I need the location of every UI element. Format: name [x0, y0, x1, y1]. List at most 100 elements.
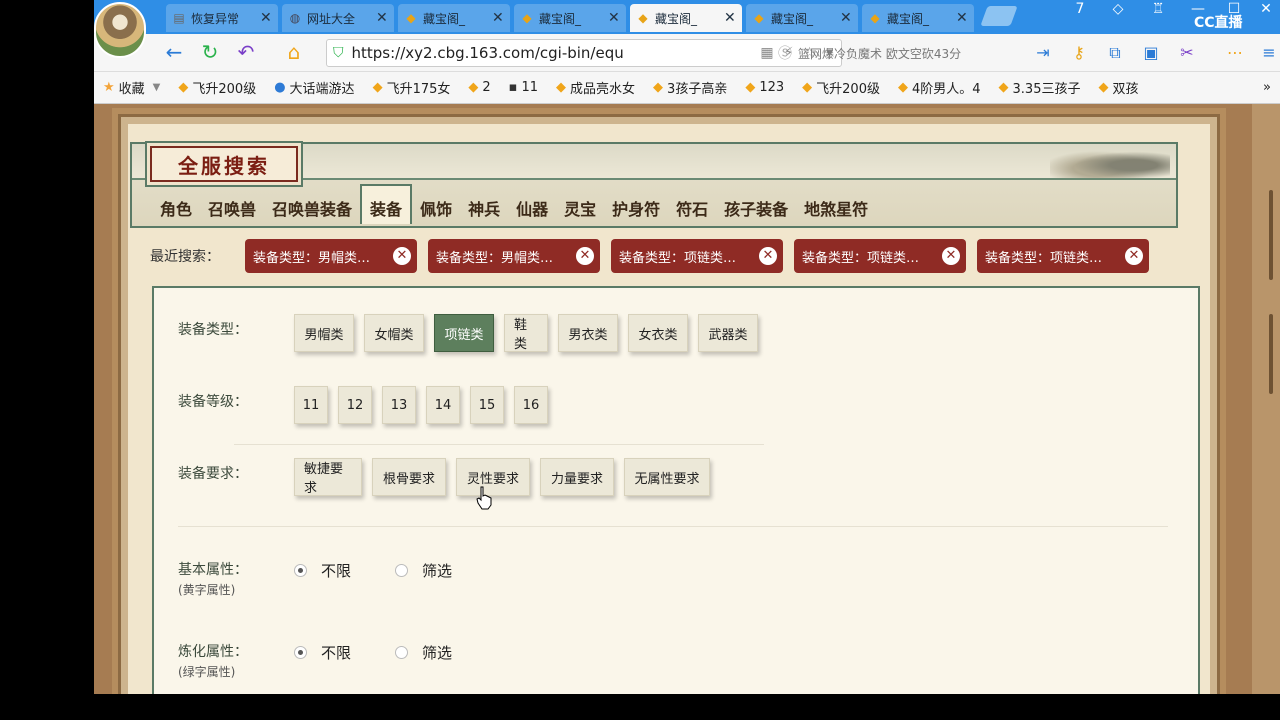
close-icon[interactable]: ✕ [956, 10, 968, 26]
search-input[interactable]: 篮网爆冷负魔术 欧文空砍43分 [798, 45, 961, 62]
bookmark-item[interactable]: ◆ 123 [736, 80, 793, 95]
help-button[interactable]: 7 [1066, 0, 1094, 22]
option-button[interactable]: 男帽类 [294, 314, 354, 352]
close-icon[interactable]: ✕ [492, 10, 504, 26]
option-button-selected[interactable]: 项链类 [434, 314, 494, 352]
recent-search-chip[interactable]: 装备类型：男帽类… ✕ [428, 239, 600, 273]
option-button[interactable]: 12 [338, 386, 372, 424]
url-text[interactable]: https://xy2.cbg.163.com/cgi-bin/equ [352, 44, 753, 62]
shirt-icon[interactable]: ♖ [1144, 0, 1172, 22]
tab-cbg-3[interactable]: ◆ 藏宝阁_ ✕ [630, 4, 742, 32]
url-bar[interactable]: ⛉ https://xy2.cbg.163.com/cgi-bin/equ ▦ … [326, 39, 842, 67]
option-button[interactable]: 力量要求 [540, 458, 614, 496]
new-tab-button[interactable] [980, 6, 1018, 26]
page-scrollbar[interactable] [1252, 104, 1280, 694]
tab-amulet[interactable]: 护身符 [604, 190, 668, 224]
menu-icon[interactable]: ≡ [1258, 42, 1280, 64]
home-icon[interactable]: ⌂ [282, 40, 306, 64]
search-box[interactable]: Ⓢ 篮网爆冷负魔术 欧文空砍43分 [772, 39, 1022, 67]
option-button[interactable]: 武器类 [698, 314, 758, 352]
close-icon[interactable]: ✕ [942, 247, 960, 265]
radio-dot[interactable] [395, 646, 409, 659]
tab-cbg-5[interactable]: ◆ 藏宝阁_ ✕ [862, 4, 974, 32]
option-button[interactable]: 14 [426, 386, 460, 424]
bookmark-item[interactable]: ◆ 4阶男人。4 [889, 78, 990, 97]
tab-url-directory[interactable]: ◍ 网址大全 ✕ [282, 4, 394, 32]
option-button[interactable]: 16 [514, 386, 548, 424]
bookmark-item[interactable]: ◆ 2 [459, 80, 499, 95]
more-icon[interactable]: ⋯ [1224, 42, 1246, 64]
radio-unlimited[interactable]: 不限 [294, 560, 351, 581]
tab-accessory[interactable]: 佩饰 [412, 190, 460, 224]
close-icon[interactable]: ✕ [576, 247, 594, 265]
close-icon[interactable]: ✕ [608, 10, 620, 26]
bookmark-item[interactable]: ▪ 11 [500, 80, 547, 95]
radio-filter[interactable]: 筛选 [395, 560, 452, 581]
tab-rune-stone[interactable]: 符石 [668, 190, 716, 224]
tab-role[interactable]: 角色 [152, 190, 200, 224]
scroll-thumb[interactable] [1269, 190, 1273, 280]
option-button[interactable]: 根骨要求 [372, 458, 446, 496]
close-icon[interactable]: ✕ [724, 10, 736, 26]
tab-immortal-item[interactable]: 仙器 [508, 190, 556, 224]
recent-search-chip[interactable]: 装备类型：男帽类… ✕ [245, 239, 417, 273]
tab-equipment[interactable]: 装备 [360, 184, 413, 224]
bookmarks-more-button[interactable]: » [1254, 80, 1280, 95]
radio-dot-checked[interactable] [294, 646, 307, 659]
recent-search-chip[interactable]: 装备类型：项链类… ✕ [794, 239, 966, 273]
bookmark-item[interactable]: ◆ 飞升200级 [793, 78, 889, 97]
user-avatar[interactable] [94, 2, 146, 58]
close-icon[interactable]: ✕ [260, 10, 272, 26]
radio-dot-checked[interactable] [294, 564, 307, 577]
bookmark-item[interactable]: ◆ 3.35三孩子 [990, 78, 1090, 97]
tab-star-talisman[interactable]: 地煞星符 [796, 190, 876, 224]
radio-dot[interactable] [395, 564, 409, 577]
option-button[interactable]: 13 [382, 386, 416, 424]
close-icon[interactable]: ✕ [1125, 247, 1143, 265]
option-button[interactable]: 11 [294, 386, 328, 424]
tab-spirit-treasure[interactable]: 灵宝 [556, 190, 604, 224]
tab-summon-equipment[interactable]: 召唤兽装备 [264, 190, 360, 224]
close-icon[interactable]: ✕ [393, 247, 411, 265]
refresh-icon[interactable]: ↻ [198, 40, 222, 64]
option-button[interactable]: 女衣类 [628, 314, 688, 352]
scissors-icon[interactable]: ✂ [1176, 42, 1198, 64]
translate-icon[interactable]: ⧉ [1104, 42, 1126, 64]
option-button[interactable]: 15 [470, 386, 504, 424]
bookmark-item[interactable]: ● 大话端游达 [265, 78, 363, 97]
bookmark-favorites[interactable]: ★ 收藏 ▼ [94, 78, 169, 97]
skin-icon[interactable]: ◇ [1104, 0, 1132, 22]
recent-search-chip[interactable]: 装备类型：项链类… ✕ [977, 239, 1149, 273]
radio-unlimited[interactable]: 不限 [294, 642, 351, 663]
tab-cbg-4[interactable]: ◆ 藏宝阁_ ✕ [746, 4, 858, 32]
scroll-thumb[interactable] [1269, 314, 1273, 394]
recent-search-chip[interactable]: 装备类型：项链类… ✕ [611, 239, 783, 273]
option-button[interactable]: 灵性要求 [456, 458, 530, 496]
bookmark-item[interactable]: ◆ 双孩 [1089, 78, 1147, 97]
close-icon[interactable]: ✕ [759, 247, 777, 265]
option-button[interactable]: 敏捷要求 [294, 458, 362, 496]
option-button[interactable]: 女帽类 [364, 314, 424, 352]
bookmark-item[interactable]: ◆ 飞升175女 [364, 78, 460, 97]
radio-filter[interactable]: 筛选 [395, 642, 452, 663]
window-icon[interactable]: ▣ [1140, 42, 1162, 64]
close-window-button[interactable]: ✕ [1252, 0, 1280, 22]
tab-cbg-2[interactable]: ◆ 藏宝阁_ ✕ [514, 4, 626, 32]
bookmark-item[interactable]: ◆ 飞升200级 [169, 78, 265, 97]
back-icon[interactable]: ← [162, 40, 186, 64]
tab-cbg-1[interactable]: ◆ 藏宝阁_ ✕ [398, 4, 510, 32]
key-icon[interactable]: ⚷ [1068, 42, 1090, 64]
option-button[interactable]: 男衣类 [558, 314, 618, 352]
option-button[interactable]: 无属性要求 [624, 458, 710, 496]
tab-restore[interactable]: ▤ 恢复异常 ✕ [166, 4, 278, 32]
tab-divine-weapon[interactable]: 神兵 [460, 190, 508, 224]
close-icon[interactable]: ✕ [376, 10, 388, 26]
bookmark-item[interactable]: ◆ 3孩子高亲 [644, 78, 736, 97]
undo-icon[interactable]: ↶ [234, 40, 258, 64]
tab-child-equipment[interactable]: 孩子装备 [716, 190, 796, 224]
login-icon[interactable]: ⇥ [1032, 42, 1054, 64]
option-button[interactable]: 鞋类 [504, 314, 548, 352]
close-icon[interactable]: ✕ [840, 10, 852, 26]
tab-summon[interactable]: 召唤兽 [200, 190, 264, 224]
bookmark-item[interactable]: ◆ 成品亮水女 [547, 78, 644, 97]
